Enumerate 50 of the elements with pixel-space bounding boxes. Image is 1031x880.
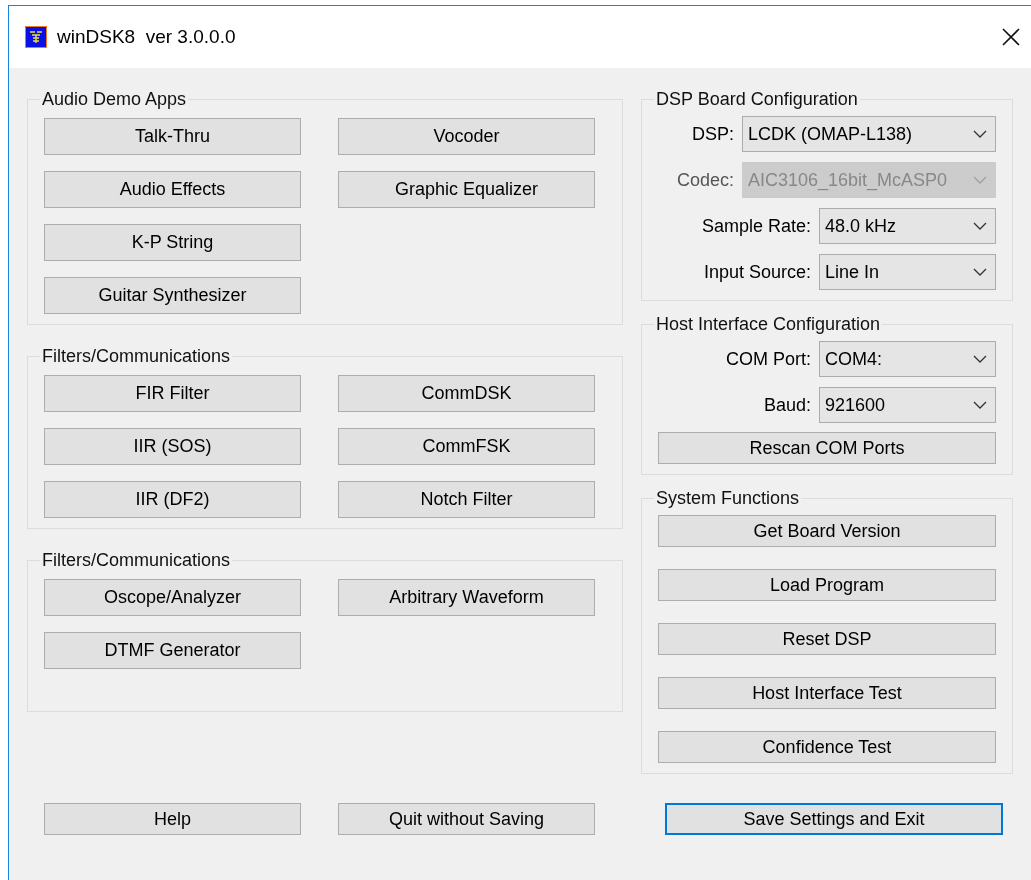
system-button[interactable]: Get Board Version: [658, 515, 996, 547]
group-title: Audio Demo Apps: [41, 88, 188, 110]
group-title: Host Interface Configuration: [655, 313, 882, 335]
app-button[interactable]: DTMF Generator: [44, 632, 301, 669]
field-label: Input Source:: [703, 260, 811, 284]
app-button[interactable]: FIR Filter: [44, 375, 301, 412]
dialog-button[interactable]: Save Settings and Exit: [665, 803, 1003, 835]
dialog-button[interactable]: Quit without Saving: [338, 803, 595, 835]
dropdown[interactable]: COM4:: [819, 341, 996, 377]
system-button[interactable]: Host Interface Test: [658, 677, 996, 709]
dropdown[interactable]: 921600: [819, 387, 996, 423]
field-label: DSP:: [692, 122, 734, 146]
app-button[interactable]: Arbitrary Waveform: [338, 579, 595, 616]
chevron-down-icon: [973, 355, 987, 363]
chevron-down-icon: [973, 401, 987, 409]
app-button[interactable]: K-P String: [44, 224, 301, 261]
app-button[interactable]: Vocoder: [338, 118, 595, 155]
dropdown[interactable]: LCDK (OMAP-L138): [742, 116, 996, 152]
group-title: System Functions: [655, 487, 801, 509]
app-button[interactable]: IIR (DF2): [44, 481, 301, 518]
dropdown[interactable]: 48.0 kHz: [819, 208, 996, 244]
rescan-button[interactable]: Rescan COM Ports: [658, 432, 996, 464]
field-label: Sample Rate:: [701, 214, 811, 238]
group-title: DSP Board Configuration: [655, 88, 859, 110]
field-label: Codec:: [676, 168, 734, 192]
dialog-button[interactable]: Help: [44, 803, 301, 835]
app-icon: [25, 26, 47, 48]
app-button[interactable]: CommDSK: [338, 375, 595, 412]
field-label: Baud:: [763, 393, 811, 417]
app-button[interactable]: Guitar Synthesizer: [44, 277, 301, 314]
app-button[interactable]: IIR (SOS): [44, 428, 301, 465]
chevron-down-icon: [973, 176, 987, 184]
system-button[interactable]: Reset DSP: [658, 623, 996, 655]
app-button[interactable]: Talk-Thru: [44, 118, 301, 155]
field-label: COM Port:: [726, 347, 811, 371]
window-title: winDSK8 ver 3.0.0.0: [57, 24, 236, 49]
app-button[interactable]: Notch Filter: [338, 481, 595, 518]
app-button[interactable]: Graphic Equalizer: [338, 171, 595, 208]
system-button[interactable]: Confidence Test: [658, 731, 996, 763]
chevron-down-icon: [973, 222, 987, 230]
app-button[interactable]: CommFSK: [338, 428, 595, 465]
chevron-down-icon: [973, 268, 987, 276]
app-button[interactable]: Oscope/Analyzer: [44, 579, 301, 616]
dropdown[interactable]: Line In: [819, 254, 996, 290]
group-title: Filters/Communications: [41, 345, 232, 367]
close-icon[interactable]: [1001, 27, 1021, 47]
chevron-down-icon: [973, 130, 987, 138]
app-button[interactable]: Audio Effects: [44, 171, 301, 208]
system-button[interactable]: Load Program: [658, 569, 996, 601]
group-title: Filters/Communications: [41, 549, 232, 571]
